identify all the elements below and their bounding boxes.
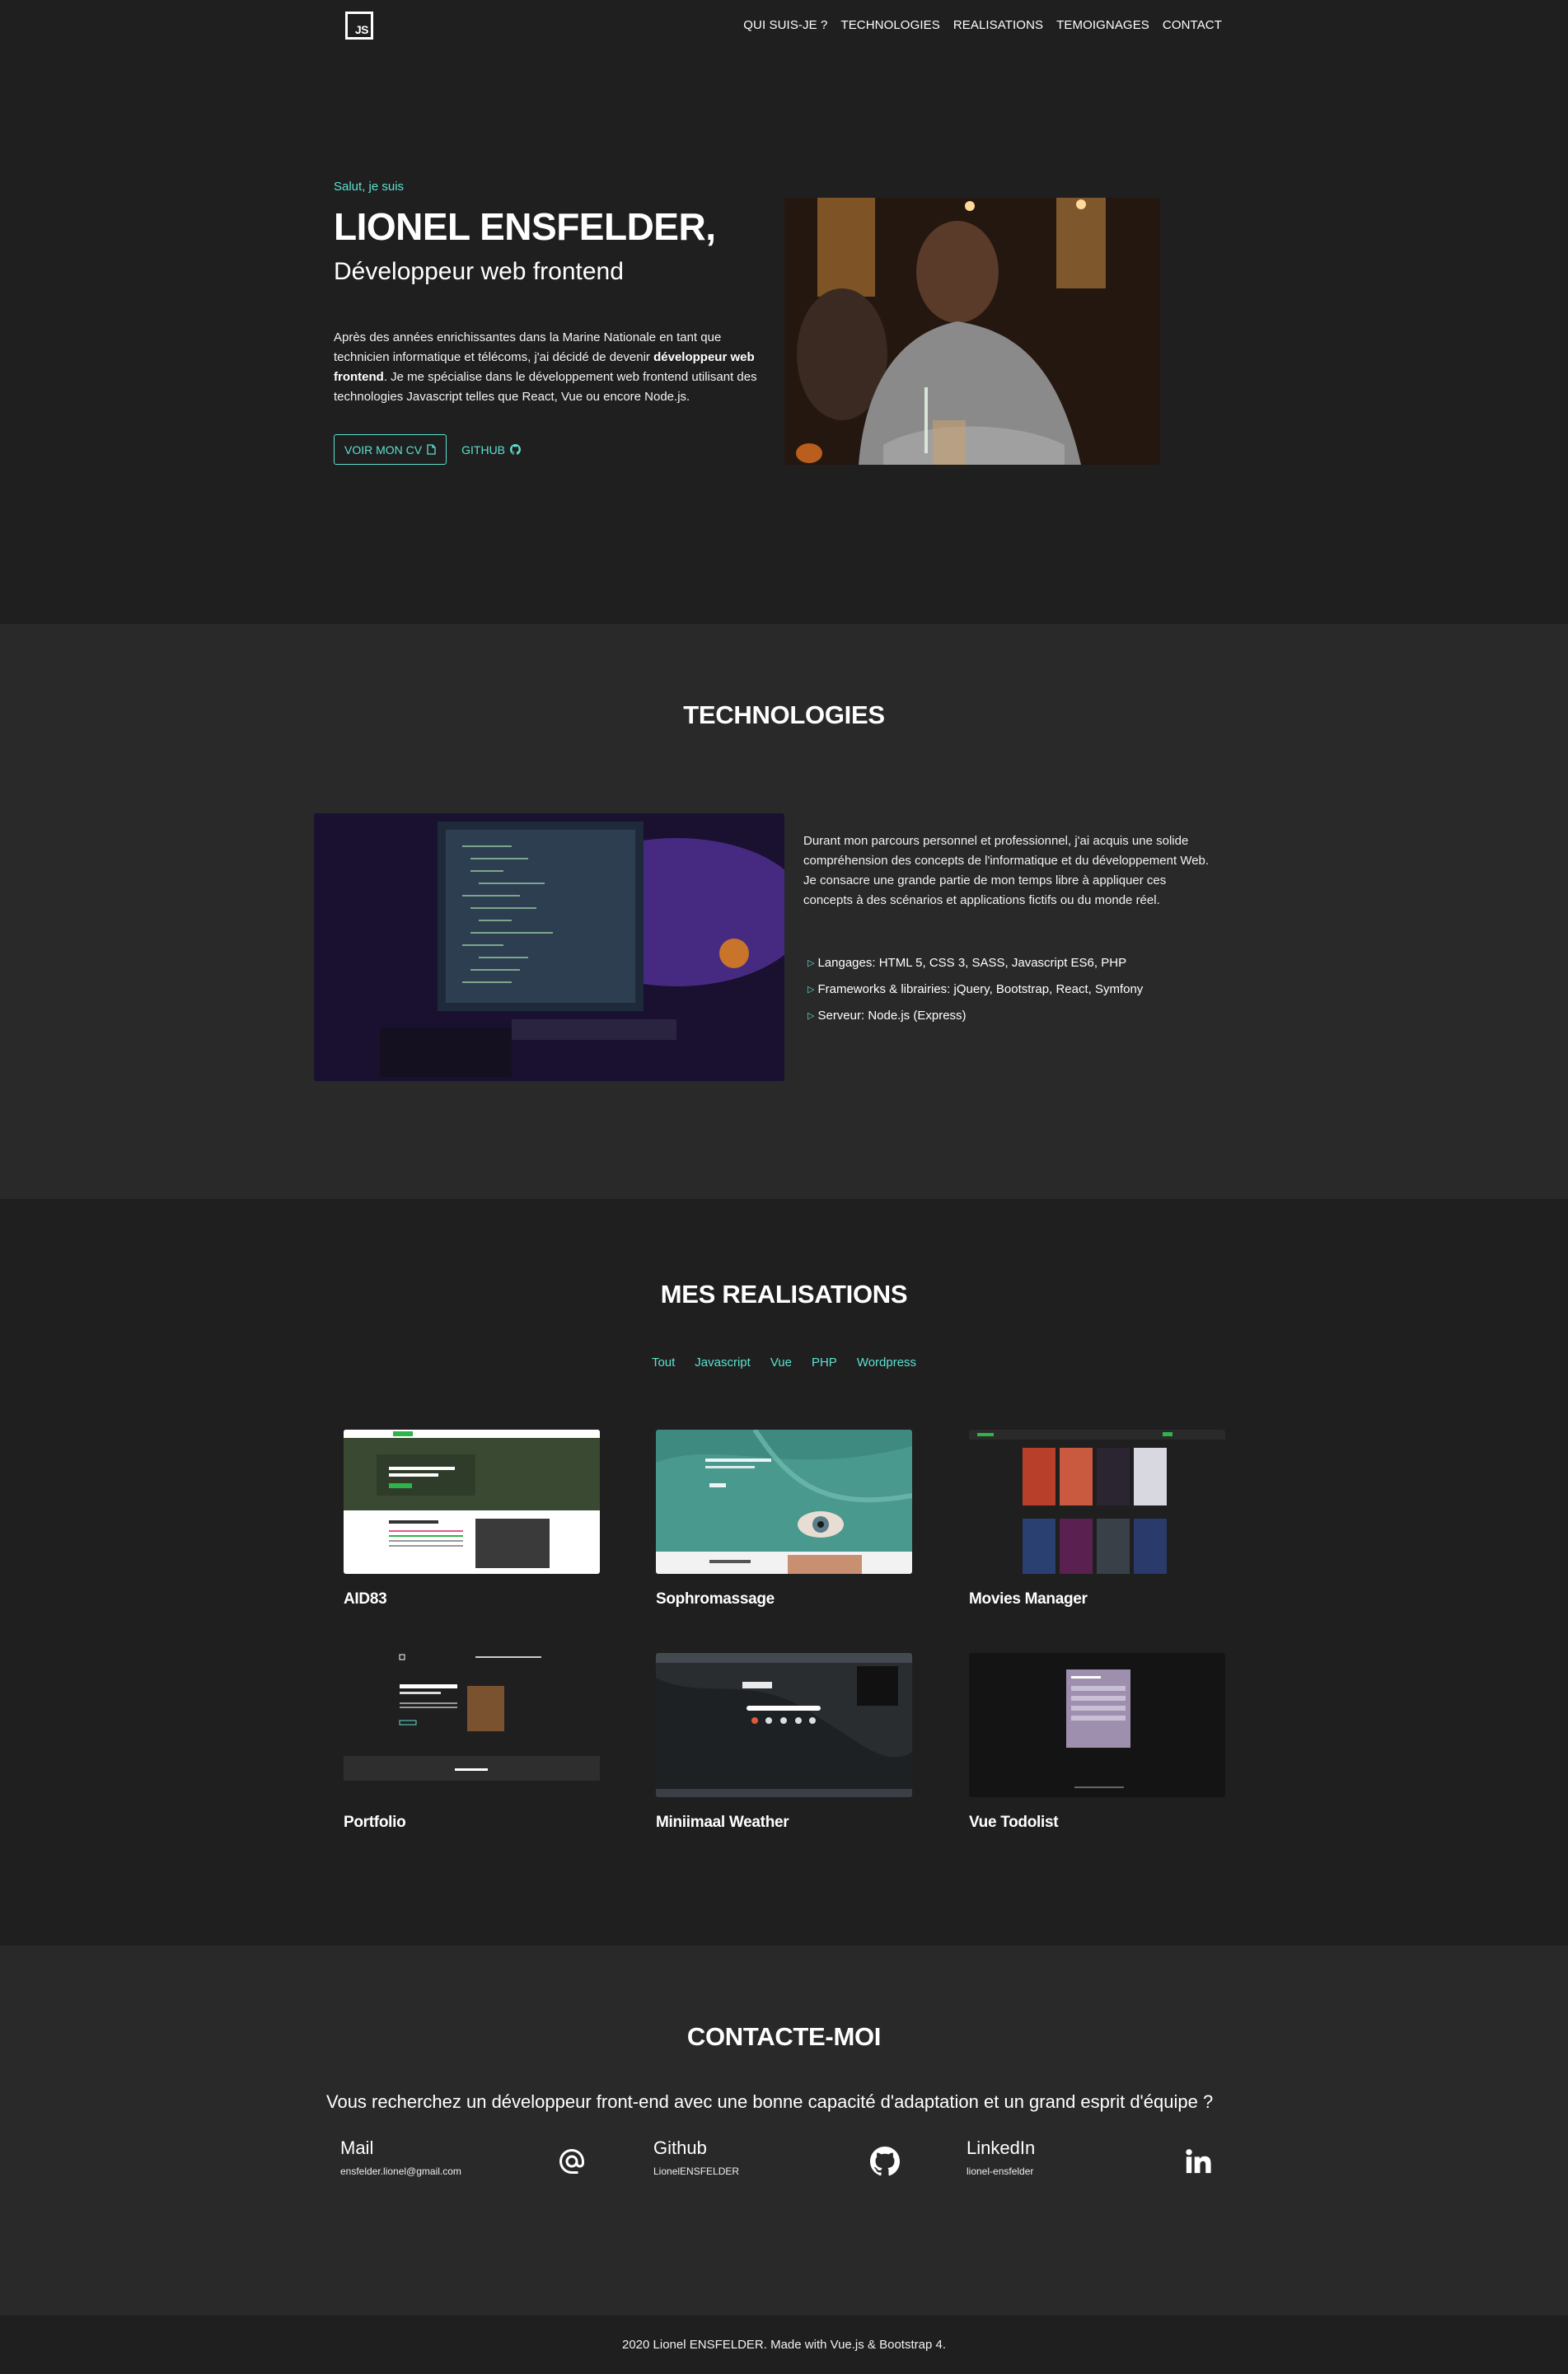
technology-item: ▷ Langages: HTML 5, CSS 3, SASS, Javascri… [807, 950, 1143, 976]
contact-card-linkedin[interactable]: LinkedIn lionel-ensfelder [967, 2138, 1271, 2195]
project-name: Movies Manager [969, 1590, 1088, 1608]
triangle-right-icon: ▷ [807, 958, 815, 968]
logo-text: JS [354, 23, 369, 36]
logo[interactable]: JS [345, 12, 373, 40]
at-icon [556, 2146, 587, 2177]
project-name: AID83 [344, 1590, 387, 1608]
footer: 2020 Lionel ENSFELDER. Made with Vue.js … [0, 2315, 1568, 2374]
github-icon [510, 444, 522, 455]
nav-item-qui-suis-je[interactable]: QUI SUIS-JE ? [743, 18, 827, 32]
hero-actions: VOIR MON CV GITHUB [334, 434, 522, 465]
technologies-section: TECHNOLOGIES Durant mon parcours personn… [0, 624, 1568, 1199]
github-icon [869, 2146, 901, 2177]
filter-php[interactable]: PHP [812, 1356, 837, 1370]
technology-item-label: Langages: HTML 5, CSS 3, SASS, Javascrip… [817, 956, 1127, 970]
triangle-right-icon: ▷ [807, 985, 815, 995]
footer-text: 2020 Lionel ENSFELDER. Made with Vue.js … [622, 2338, 946, 2352]
project-thumbnail[interactable] [344, 1430, 600, 1574]
nav-links: QUI SUIS-JE ? TECHNOLOGIES REALISATIONS … [743, 18, 1222, 32]
contact-card-value: LionelENSFELDER [653, 2166, 740, 2177]
github-link[interactable]: GITHUB [461, 442, 522, 457]
cv-button-label: VOIR MON CV [344, 442, 423, 457]
technologies-description: Durant mon parcours personnel et profess… [803, 834, 1210, 907]
filter-javascript[interactable]: Javascript [695, 1356, 751, 1370]
filter-vue[interactable]: Vue [770, 1356, 792, 1370]
contact-card-name: Mail [340, 2138, 374, 2158]
technology-item: ▷ Serveur: Node.js (Express) [807, 1003, 1143, 1029]
contact-card-name: Github [653, 2138, 707, 2158]
project-name: Miniimaal Weather [656, 1814, 789, 1831]
realisations-section: MES REALISATIONS Tout Javascript Vue PHP… [0, 1199, 1568, 1946]
hero-bio-end: . Je me spécialise dans le développement… [334, 370, 757, 404]
hero-section: Salut, je suis LIONEL ENSFELDER, Dévelop… [0, 0, 1568, 624]
project-card-movies-manager[interactable]: Movies Manager [969, 1430, 1225, 1608]
github-link-label: GITHUB [461, 442, 506, 457]
triangle-right-icon: ▷ [807, 1011, 815, 1021]
contact-question: Vous recherchez un développeur front-end… [326, 2091, 1214, 2112]
project-filters: Tout Javascript Vue PHP Wordpress [0, 1356, 1568, 1370]
technology-item: ▷ Frameworks & librairies: jQuery, Bootst… [807, 976, 1143, 1003]
contact-title: CONTACTE-MOI [686, 2022, 882, 2051]
navbar: JS QUI SUIS-JE ? TECHNOLOGIES REALISATIO… [0, 0, 1568, 53]
nav-item-temoignages[interactable]: TEMOIGNAGES [1056, 18, 1149, 32]
technologies-title: TECHNOLOGIES [683, 700, 885, 729]
project-thumbnail[interactable] [969, 1430, 1225, 1574]
hero-greeting: Salut, je suis [334, 180, 405, 194]
hero-name: LIONEL ENSFELDER, [334, 205, 716, 248]
linkedin-icon [1182, 2146, 1214, 2177]
cv-button[interactable]: VOIR MON CV [334, 434, 447, 465]
technologies-list: ▷ Langages: HTML 5, CSS 3, SASS, Javascri… [807, 950, 1143, 1029]
technologies-photo [314, 813, 784, 1081]
technology-item-label: Serveur: Node.js (Express) [817, 1009, 967, 1023]
project-thumbnail[interactable] [344, 1653, 600, 1797]
contact-card-name: LinkedIn [967, 2138, 1036, 2158]
contact-card-value: ensfelder.lionel@gmail.com [340, 2166, 461, 2177]
project-thumbnail[interactable] [656, 1430, 912, 1574]
document-icon [427, 444, 436, 455]
project-card-miniimaal-weather[interactable]: Miniimaal Weather [656, 1653, 912, 1832]
contact-card-mail[interactable]: Mail ensfelder.lionel@gmail.com [340, 2138, 645, 2195]
contact-section: CONTACTE-MOI Vous recherchez un développ… [0, 1946, 1568, 2315]
realisations-title: MES REALISATIONS [660, 1280, 908, 1309]
filter-wordpress[interactable]: Wordpress [857, 1356, 916, 1370]
contact-card-value: lionel-ensfelder [967, 2166, 1034, 2177]
project-card-sophromassage[interactable]: Sophromassage [656, 1430, 912, 1608]
nav-item-realisations[interactable]: REALISATIONS [953, 18, 1043, 32]
hero-bio: Après des années enrichissantes dans la … [334, 328, 762, 407]
project-card-portfolio[interactable]: Portfolio [344, 1653, 600, 1832]
nav-item-technologies[interactable]: TECHNOLOGIES [840, 18, 939, 32]
project-card-aid83[interactable]: AID83 [344, 1430, 600, 1608]
hero-role: Développeur web frontend [334, 258, 624, 285]
project-name: Portfolio [344, 1814, 406, 1831]
project-card-vue-todolist[interactable]: Vue Todolist [969, 1653, 1225, 1832]
filter-tout[interactable]: Tout [652, 1356, 675, 1370]
technology-item-label: Frameworks & librairies: jQuery, Bootstr… [817, 982, 1144, 996]
project-thumbnail[interactable] [656, 1653, 912, 1797]
nav-item-contact[interactable]: CONTACT [1163, 18, 1222, 32]
profile-photo [784, 198, 1160, 465]
project-name: Sophromassage [656, 1590, 775, 1608]
project-thumbnail[interactable] [969, 1653, 1225, 1797]
project-name: Vue Todolist [969, 1814, 1059, 1831]
contact-card-github[interactable]: Github LionelENSFELDER [653, 2138, 958, 2195]
